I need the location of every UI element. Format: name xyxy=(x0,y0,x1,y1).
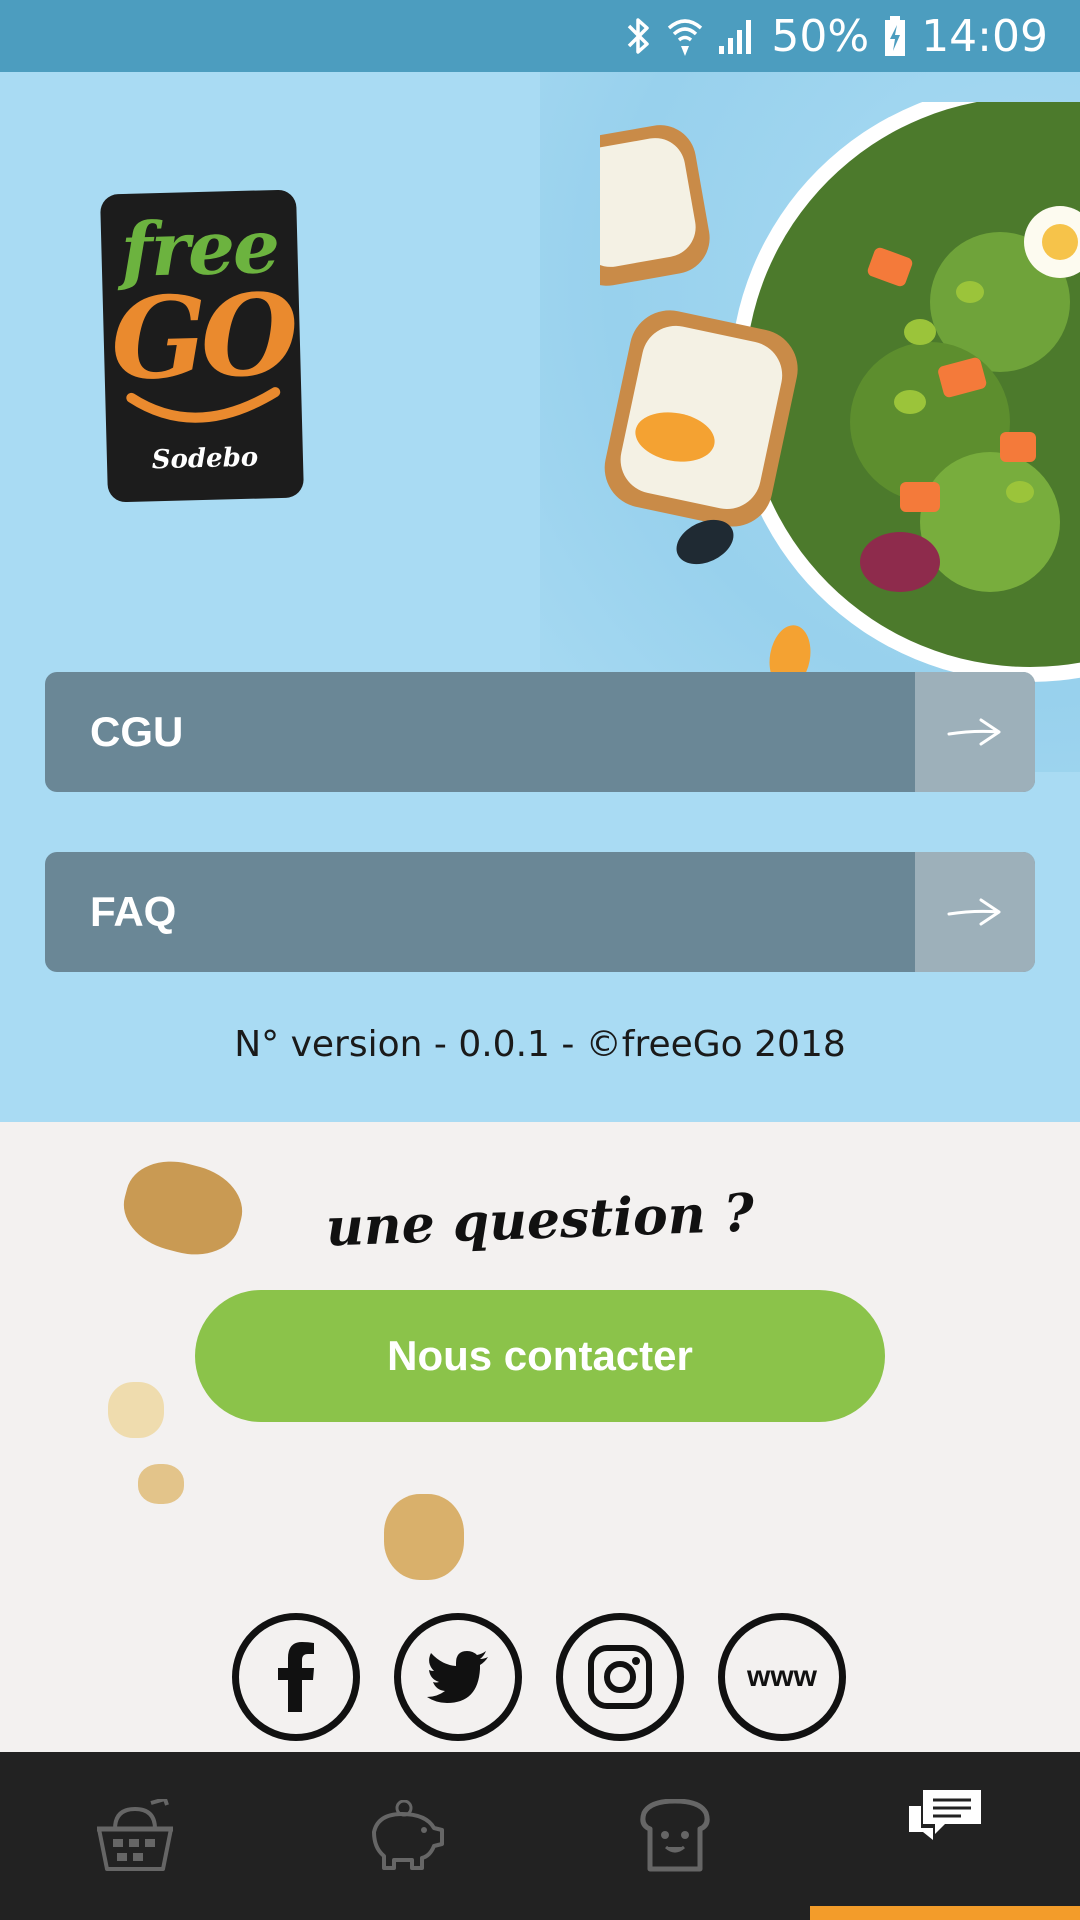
nav-savings[interactable] xyxy=(270,1752,540,1920)
basket-icon xyxy=(97,1799,173,1871)
nav-contact[interactable] xyxy=(810,1752,1080,1920)
salad-bowl-image xyxy=(600,102,1080,689)
logo-brand-text: Sodebo xyxy=(151,442,259,476)
nav-products[interactable] xyxy=(540,1752,810,1920)
version-text: N° version - 0.0.1 - ©freeGo 2018 xyxy=(234,1024,846,1065)
arrow-right-icon xyxy=(915,852,1035,972)
clock: 14:09 xyxy=(921,10,1048,62)
instagram-button[interactable] xyxy=(556,1613,684,1741)
logo-swoosh xyxy=(126,387,281,423)
bottom-navigation xyxy=(0,1752,1080,1920)
faq-button[interactable]: FAQ xyxy=(45,852,1035,972)
cgu-button[interactable]: CGU xyxy=(45,672,1035,792)
twitter-button[interactable] xyxy=(394,1613,522,1741)
battery-charging-icon xyxy=(885,16,906,56)
twitter-icon xyxy=(427,1651,488,1703)
battery-percent: 50% xyxy=(771,10,870,62)
website-button[interactable]: www xyxy=(718,1613,846,1741)
facebook-icon xyxy=(278,1642,314,1712)
status-icons: 50% 14:09 xyxy=(623,0,1048,72)
logo-go-text: GO xyxy=(109,269,295,406)
freego-logo: free GO Sodebo xyxy=(100,189,304,503)
cgu-label: CGU xyxy=(90,708,184,755)
toast-icon xyxy=(640,1799,710,1872)
piggy-bank-icon xyxy=(372,1800,444,1870)
social-links: www xyxy=(0,1613,1080,1741)
instagram-icon xyxy=(588,1645,652,1709)
status-bar: 50% 14:09 xyxy=(0,0,1080,72)
contact-button[interactable]: Nous contacter xyxy=(195,1290,885,1422)
www-icon: www xyxy=(746,1660,817,1693)
wifi-icon xyxy=(668,19,703,56)
arrow-right-icon xyxy=(915,672,1035,792)
faq-label: FAQ xyxy=(90,888,177,935)
nav-basket[interactable] xyxy=(0,1752,270,1920)
signal-icon xyxy=(719,20,752,54)
bluetooth-icon xyxy=(628,18,650,54)
chat-icon xyxy=(909,1790,981,1840)
facebook-button[interactable] xyxy=(232,1613,360,1741)
nav-active-indicator xyxy=(810,1906,1080,1920)
